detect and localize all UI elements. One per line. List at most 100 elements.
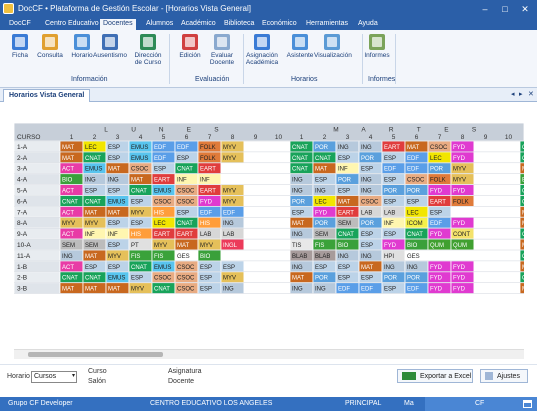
subject-label: MYV xyxy=(223,145,236,151)
period-header: 3 xyxy=(116,134,120,141)
ribbon-visualización-button[interactable]: Visualización xyxy=(314,34,352,59)
subject-label: QUM xyxy=(453,243,467,249)
subject-label: EDF xyxy=(407,167,419,173)
menu-bar: DocCF Centro Educativo Docentes Alumnos Acad… xyxy=(0,18,537,30)
ribbon-button-label: Ficha xyxy=(12,52,28,59)
tab-horarios-vista-general[interactable]: Horarios Vista General xyxy=(3,89,91,102)
wizard-icon xyxy=(292,34,308,50)
subject-label: MAT xyxy=(522,221,524,227)
subject-label: ING xyxy=(292,265,303,271)
menu-item-biblioteca[interactable]: Biblioteca xyxy=(221,19,257,30)
subject-label: FOLK xyxy=(453,199,469,205)
day-header-letter: E xyxy=(444,127,449,134)
schedule-cell xyxy=(266,282,291,294)
subject-label: ESP xyxy=(131,276,143,282)
schedule-cell xyxy=(266,206,291,218)
subject-label: QUM xyxy=(430,243,444,249)
subject-label: FYD xyxy=(430,287,443,293)
export-excel-button[interactable]: Exportar a Excel xyxy=(397,369,473,383)
chevron-down-icon: ▾ xyxy=(71,373,75,379)
subject-label: MAT xyxy=(85,254,98,260)
menu-item-herramientas[interactable]: Herramientas xyxy=(303,19,351,30)
ribbon-evaluar-docente-button[interactable]: Evaluar Docente xyxy=(204,34,240,66)
menu-item-doccf[interactable]: DocCF xyxy=(6,19,34,30)
close-button[interactable]: ✕ xyxy=(515,2,535,16)
subject-label: EDF xyxy=(200,210,212,216)
ribbon-asignación-académica-button[interactable]: Asignación Académica xyxy=(244,34,280,66)
subject-label: ESP xyxy=(430,210,442,216)
subject-label: EMUS xyxy=(131,145,148,151)
subject-label: EART xyxy=(154,178,170,184)
horario-select[interactable]: Cursos ▾ xyxy=(31,371,77,383)
tab-prev-icon[interactable]: ◂ xyxy=(511,90,515,98)
curso-label: Curso xyxy=(88,368,107,375)
id-card-icon xyxy=(12,34,28,50)
tab-close-icon[interactable]: ✕ xyxy=(528,90,534,98)
subject-label: EART xyxy=(338,210,354,216)
schedule-cell xyxy=(473,195,498,207)
ribbon-separator xyxy=(169,34,170,84)
schedule-cell xyxy=(243,238,268,251)
subject-label: FYD xyxy=(453,189,466,195)
subject-label: INF xyxy=(200,178,210,184)
subject-label: MYV xyxy=(223,156,236,162)
subject-label: HIS xyxy=(131,232,141,238)
subject-label: FYD xyxy=(315,210,328,216)
subject-label: MAT xyxy=(522,210,524,216)
scrollbar-thumb[interactable] xyxy=(28,352,163,357)
menu-item-económico[interactable]: Económico xyxy=(259,19,300,30)
subject-label: EART xyxy=(177,232,193,238)
subject-label: MYV xyxy=(453,167,466,173)
document-tab-strip: Horarios Vista General ◂ ▸ ✕ xyxy=(0,88,537,102)
subject-label: CNAT xyxy=(522,156,524,162)
ribbon-asistente-button[interactable]: Asistente xyxy=(282,34,318,59)
period-header: 2 xyxy=(323,134,327,141)
ribbon-ausentismo-button[interactable]: Ausentismo xyxy=(92,34,128,59)
subject-label: POR xyxy=(315,276,329,282)
menu-item-alumnos[interactable]: Alumnos xyxy=(143,19,176,30)
tab-next-icon[interactable]: ▸ xyxy=(519,90,523,98)
ribbon-dirección-de-curso-button[interactable]: Dirección de Curso xyxy=(130,34,166,66)
ribbon-informes-button[interactable]: Informes xyxy=(359,34,395,59)
subject-label: CSOC xyxy=(154,199,172,205)
minimize-button[interactable]: – xyxy=(475,2,495,16)
course-label: 9-A xyxy=(17,231,28,238)
menu-item-ayuda[interactable]: Ayuda xyxy=(355,19,381,30)
schedule-cell xyxy=(473,238,498,251)
subject-label: FYD xyxy=(430,276,443,282)
window-title: DocCF • Plataforma de Gestión Escolar - … xyxy=(18,4,251,13)
schedule-cell xyxy=(243,282,268,294)
schedule-cell xyxy=(473,184,498,196)
subject-label: MAT xyxy=(62,156,75,162)
menu-item-académico[interactable]: Académico xyxy=(178,19,219,30)
subject-label: CNAT xyxy=(62,199,78,205)
subject-label: EART xyxy=(430,199,446,205)
person-arrow-icon xyxy=(140,34,156,50)
subject-label: CNAT xyxy=(85,199,101,205)
subject-label: ESP xyxy=(223,265,235,271)
day-header-letter: A xyxy=(361,127,366,134)
subject-label: ESP xyxy=(384,156,396,162)
app-logo-icon xyxy=(3,3,14,14)
subject-label: CONT xyxy=(453,232,470,238)
subject-label: LAB xyxy=(384,210,395,216)
horizontal-scrollbar[interactable] xyxy=(14,349,524,359)
subject-label: ESP xyxy=(85,189,97,195)
subject-label: ING xyxy=(361,189,372,195)
menu-item-centro-educativo[interactable]: Centro Educativo xyxy=(42,19,102,30)
period-header: 10 xyxy=(275,134,283,141)
subject-label: POR xyxy=(361,156,375,162)
grid-corner-label: CURSO xyxy=(17,134,40,141)
subject-label: INF xyxy=(384,221,394,227)
ajustes-button[interactable]: Ajustes xyxy=(480,369,528,383)
subject-label: CNAT xyxy=(522,232,524,238)
status-user: Ma xyxy=(404,400,414,407)
subject-label: ESP xyxy=(315,178,327,184)
subject-label: CNAT xyxy=(338,232,354,238)
menu-item-docentes[interactable]: Docentes xyxy=(100,19,136,30)
maximize-button[interactable]: □ xyxy=(495,2,515,16)
ribbon-consulta-button[interactable]: Consulta xyxy=(32,34,68,59)
assignment-icon xyxy=(254,34,270,50)
ribbon-edición-button[interactable]: Edición xyxy=(172,34,208,59)
schedule-cell xyxy=(496,282,521,294)
